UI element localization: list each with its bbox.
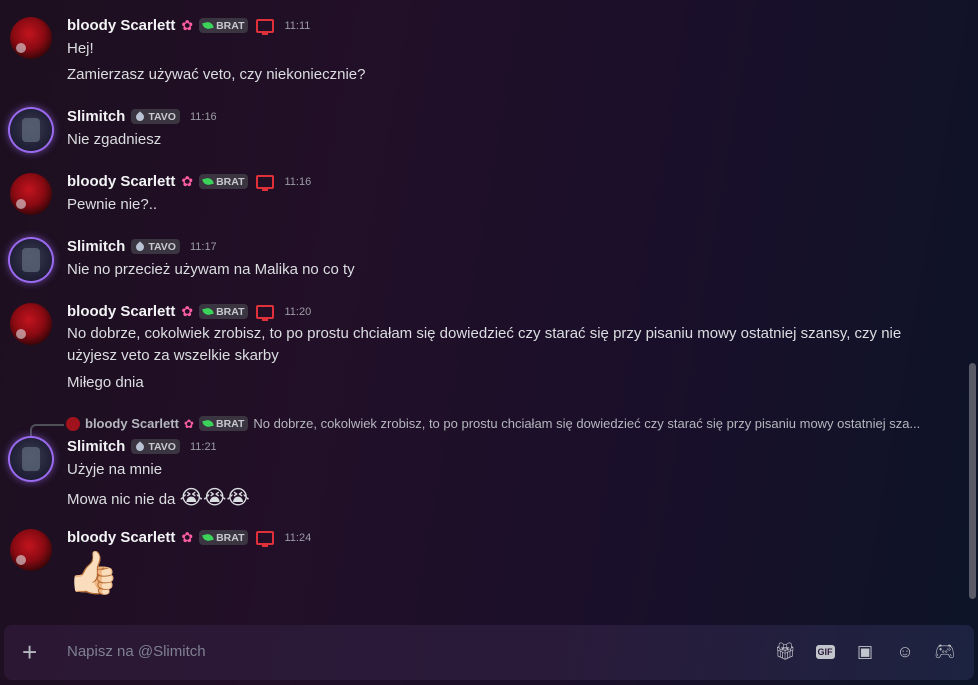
monitor-icon — [256, 174, 275, 191]
message-text: Użyje na mnie — [67, 461, 163, 478]
message-header: Slimitch TAVO 11:16 — [67, 108, 217, 125]
clan-tag[interactable]: TAVO — [131, 439, 180, 454]
avatar[interactable] — [10, 239, 52, 281]
message-text: Zamierzasz używać veto, czy niekonieczni… — [67, 66, 366, 83]
monitor-icon — [256, 530, 275, 547]
reply-author: bloody Scarlett — [85, 416, 179, 431]
message-text: Nie no przecież używam na Malika no co t… — [67, 261, 355, 278]
message-text: No dobrze, cokolwiek zrobisz, to po pros… — [67, 325, 902, 364]
reply-avatar — [66, 416, 80, 431]
flower-icon: ✿ — [181, 529, 194, 545]
message-text-with-emoji: Mowa nic nie da 😭😭😭 — [67, 487, 250, 509]
clan-tag: BRAT — [198, 416, 249, 431]
droplet-icon — [134, 110, 147, 123]
author-name[interactable]: bloody Scarlett — [67, 529, 175, 546]
composer-tools: 🎁︎ GIF ▣ ☺ 🎮︎ — [774, 641, 956, 663]
avatar[interactable] — [10, 529, 52, 571]
flower-icon: ✿ — [181, 173, 194, 189]
message-header: Slimitch TAVO 11:21 — [67, 438, 217, 455]
monitor-icon — [256, 304, 275, 321]
flower-icon: ✿ — [181, 17, 194, 33]
clan-tag[interactable]: TAVO — [131, 239, 180, 254]
message-text: Hej! — [67, 40, 94, 57]
timestamp: 11:20 — [284, 305, 312, 318]
leaf-icon — [202, 532, 214, 543]
gif-icon[interactable]: GIF — [814, 641, 836, 663]
message-text: Nie zgadniesz — [67, 131, 162, 148]
monitor-icon — [256, 18, 275, 35]
thumbs-up-emoji[interactable]: 👍🏻 — [67, 552, 119, 594]
gift-icon[interactable]: 🎁︎ — [774, 641, 796, 663]
timestamp: 11:11 — [284, 19, 311, 32]
message-header: bloody Scarlett ✿ BRAT 11:20 — [67, 303, 312, 321]
clan-tag[interactable]: BRAT — [199, 174, 249, 189]
emoji-icon[interactable]: ☺ — [894, 641, 916, 663]
timestamp: 11:24 — [284, 531, 312, 544]
droplet-icon — [134, 440, 147, 453]
message-header: Slimitch TAVO 11:17 — [67, 238, 217, 255]
leaf-icon — [202, 176, 214, 187]
leaf-icon — [202, 306, 214, 317]
author-name[interactable]: Slimitch — [67, 108, 125, 125]
message-header: bloody Scarlett ✿ BRAT 11:11 — [67, 17, 311, 35]
author-name[interactable]: Slimitch — [67, 238, 125, 255]
avatar[interactable] — [10, 438, 52, 480]
message-feed: bloody Scarlett ✿ BRAT 11:11 Hej! Zamier… — [0, 0, 968, 620]
timestamp: 11:17 — [189, 240, 217, 253]
leaf-icon — [202, 418, 214, 429]
avatar[interactable] — [10, 303, 52, 345]
author-name[interactable]: bloody Scarlett — [67, 303, 175, 320]
author-name[interactable]: bloody Scarlett — [67, 173, 175, 190]
message-input[interactable]: Napisz na @Slimitch — [67, 643, 206, 660]
reply-text: No dobrze, cokolwiek zrobisz, to po pros… — [253, 416, 921, 431]
avatar[interactable] — [10, 17, 52, 59]
message-header: bloody Scarlett ✿ BRAT 11:16 — [67, 173, 312, 191]
message-composer: + Napisz na @Slimitch 🎁︎ GIF ▣ ☺ 🎮︎ — [4, 625, 974, 680]
timestamp: 11:16 — [284, 175, 312, 188]
avatar[interactable] — [10, 109, 52, 151]
add-attachment-button[interactable]: + — [22, 637, 37, 668]
clan-tag[interactable]: BRAT — [199, 530, 249, 545]
flower-icon: ✿ — [181, 303, 194, 319]
crying-emoji[interactable]: 😭😭😭 — [180, 487, 250, 509]
scrollbar-thumb[interactable] — [969, 363, 976, 599]
flower-icon: ✿ — [183, 416, 194, 431]
reply-preview[interactable]: bloody Scarlett ✿ BRAT No dobrze, cokolw… — [66, 416, 920, 431]
clan-tag[interactable]: BRAT — [199, 18, 249, 33]
message-header: bloody Scarlett ✿ BRAT 11:24 — [67, 529, 312, 547]
sticker-icon[interactable]: ▣ — [854, 641, 876, 663]
gamepad-icon[interactable]: 🎮︎ — [934, 641, 956, 663]
avatar[interactable] — [10, 173, 52, 215]
droplet-icon — [134, 240, 147, 253]
message-text: Pewnie nie?.. — [67, 196, 158, 213]
timestamp: 11:16 — [189, 110, 217, 123]
author-name[interactable]: Slimitch — [67, 438, 125, 455]
clan-tag[interactable]: TAVO — [131, 109, 180, 124]
clan-tag[interactable]: BRAT — [199, 304, 249, 319]
leaf-icon — [202, 20, 214, 31]
author-name[interactable]: bloody Scarlett — [67, 17, 175, 34]
timestamp: 11:21 — [189, 440, 217, 453]
message-text: Miłego dnia — [67, 374, 144, 391]
